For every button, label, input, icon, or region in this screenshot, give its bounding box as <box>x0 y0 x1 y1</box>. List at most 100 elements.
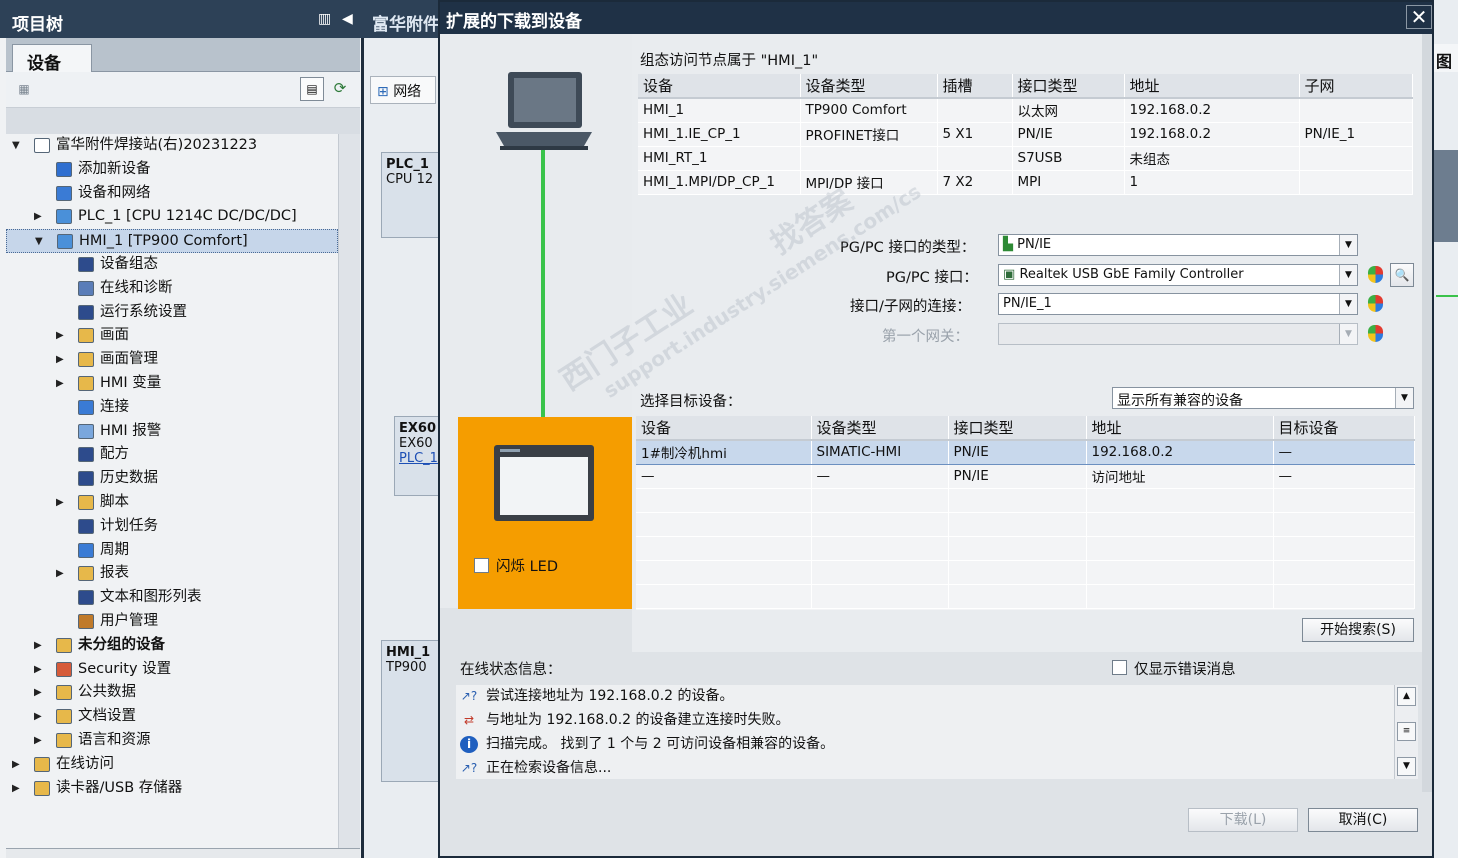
hmi-device-box[interactable]: HMI_1 TP900 <box>381 640 439 782</box>
tree-item[interactable]: 文本和图形列表 <box>6 586 338 610</box>
tree-item[interactable]: 计划任务 <box>6 515 338 539</box>
collapsed-arrow-icon[interactable]: ▶ <box>56 373 64 395</box>
screen-management-icon <box>78 352 94 368</box>
target-table-cell <box>636 560 812 585</box>
expanded-arrow-icon[interactable]: ▼ <box>35 231 43 253</box>
collapsed-arrow-icon[interactable]: ▶ <box>34 730 42 752</box>
right-task-card-strip[interactable] <box>1434 150 1458 242</box>
status-scrollbar[interactable]: ▲ ≡ ▼ <box>1394 685 1418 779</box>
overview-icon[interactable]: ▤ <box>300 77 324 101</box>
tree-scrollbar[interactable] <box>338 134 360 848</box>
interface-properties-button[interactable]: 🔍 <box>1390 263 1414 287</box>
config-table-column-header[interactable]: 地址 <box>1124 74 1300 99</box>
chevron-down-icon[interactable]: ▼ <box>1339 294 1357 314</box>
tree-item[interactable]: ▶ 在线访问 <box>6 753 338 777</box>
properties-icon[interactable]: ▦ <box>12 78 36 102</box>
collapsed-arrow-icon[interactable]: ▶ <box>34 206 42 228</box>
target-table-column-header[interactable]: 设备类型 <box>811 416 949 441</box>
scroll-up-icon[interactable]: ▲ <box>1397 687 1416 706</box>
network-view-button[interactable]: ⊞ 网络 <box>370 76 436 104</box>
collapsed-arrow-icon[interactable]: ▶ <box>56 349 64 371</box>
tree-item[interactable]: ▶ 报表 <box>6 562 338 586</box>
tree-item[interactable]: 连接 <box>6 396 338 420</box>
tree-item[interactable]: 配方 <box>6 443 338 467</box>
first-gateway-select[interactable]: ▼ <box>998 323 1358 345</box>
tree-item[interactable]: ▶ Security 设置 <box>6 658 338 682</box>
scroll-down-icon[interactable]: ▼ <box>1397 757 1416 776</box>
collapsed-arrow-icon[interactable]: ▶ <box>34 706 42 728</box>
collapsed-arrow-icon[interactable]: ▶ <box>34 659 42 681</box>
tree-item[interactable]: 用户管理 <box>6 610 338 634</box>
collapsed-arrow-icon[interactable]: ▶ <box>56 325 64 347</box>
config-table-row[interactable]: HMI_RT_1 S7USB 未组态 <box>638 146 1413 171</box>
tree-item[interactable]: 设备组态 <box>6 253 338 277</box>
target-table-row[interactable]: 1#制冷机hmi SIMATIC-HMI PN/IE 192.168.0.2— <box>636 440 1415 465</box>
download-button[interactable]: 下载(L) <box>1188 808 1298 832</box>
collapsed-arrow-icon[interactable]: ▶ <box>56 492 64 514</box>
right-side-tab[interactable]: 图 <box>1434 44 1458 72</box>
expanded-arrow-icon[interactable]: ▼ <box>12 135 20 157</box>
collapsed-arrow-icon[interactable]: ▶ <box>12 778 20 800</box>
tree-item[interactable]: ▶ 读卡器/USB 存储器 <box>6 777 338 801</box>
tree-item[interactable]: ▶ HMI 变量 <box>6 372 338 396</box>
config-table-column-header[interactable]: 接口类型 <box>1012 74 1125 99</box>
config-table-column-header[interactable]: 设备 <box>638 74 801 99</box>
tree-item[interactable]: ▼ 富华附件焊接站(右)20231223 <box>6 134 338 158</box>
tree-item[interactable]: 设备和网络 <box>6 182 338 206</box>
close-icon[interactable]: ✕ <box>1406 5 1432 29</box>
tab-devices[interactable]: 设备 <box>12 44 92 74</box>
flash-led-checkbox[interactable] <box>474 558 489 573</box>
config-table-column-header[interactable]: 设备类型 <box>800 74 938 99</box>
target-table-column-header[interactable]: 接口类型 <box>948 416 1087 441</box>
tree-item[interactable]: ▼ HMI_1 [TP900 Comfort] <box>6 229 338 254</box>
collapse-panel-icon[interactable]: ◀ <box>342 11 353 27</box>
pgpc-interface-select[interactable]: ▣ Realtek USB GbE Family Controller ▼ <box>998 264 1358 286</box>
pgpc-type-select[interactable]: ▙ PN/IE ▼ <box>998 234 1358 256</box>
panel-layout-icon[interactable]: ▥ <box>318 11 331 27</box>
tree-item[interactable]: ▶ 文档设置 <box>6 705 338 729</box>
collapsed-arrow-icon[interactable]: ▶ <box>12 754 20 776</box>
tree-item[interactable]: ▶ 画面管理 <box>6 348 338 372</box>
start-search-button[interactable]: 开始搜索(S) <box>1302 618 1414 642</box>
ex-device-box[interactable]: EX60 EX60 PLC_1 <box>394 416 440 496</box>
tree-item[interactable]: ▶ 画面 <box>6 324 338 348</box>
tree-item[interactable]: 添加新设备 <box>6 158 338 182</box>
tree-item[interactable]: ▶ 公共数据 <box>6 681 338 705</box>
collapsed-arrow-icon[interactable]: ▶ <box>56 563 64 585</box>
refresh-icon[interactable]: ⟳ <box>328 77 352 101</box>
tree-item[interactable]: HMI 报警 <box>6 420 338 444</box>
chevron-down-icon[interactable]: ▼ <box>1339 235 1357 255</box>
tree-item[interactable]: 历史数据 <box>6 467 338 491</box>
config-table-row[interactable]: HMI_1 TP900 Comfort 以太网 192.168.0.2 <box>638 98 1413 123</box>
config-table-column-header[interactable]: 子网 <box>1299 74 1413 99</box>
target-table-row[interactable]: — — PN/IE 访问地址 — <box>636 464 1415 489</box>
target-filter-select[interactable]: 显示所有兼容的设备 ▼ <box>1112 387 1414 409</box>
target-table-cell <box>636 512 812 537</box>
target-table-column-header[interactable]: 地址 <box>1086 416 1274 441</box>
cancel-button[interactable]: 取消(C) <box>1308 808 1418 832</box>
pgpc-type-value: PN/IE <box>1017 237 1052 252</box>
ex-box-plc-link[interactable]: PLC_1 <box>399 451 439 466</box>
dialog-scrollbar[interactable] <box>1422 34 1432 814</box>
tree-item[interactable]: ▶ PLC_1 [CPU 1214C DC/DC/DC] <box>6 205 338 229</box>
tree-item[interactable]: 运行系统设置 <box>6 301 338 325</box>
tree-item[interactable]: 在线和诊断 <box>6 277 338 301</box>
chevron-down-icon[interactable]: ▼ <box>1395 388 1413 408</box>
scroll-thumb[interactable]: ≡ <box>1397 722 1416 741</box>
plc-device-box[interactable]: PLC_1 CPU 12 <box>381 152 439 238</box>
tree-item[interactable]: ▶ 脚本 <box>6 491 338 515</box>
collapsed-arrow-icon[interactable]: ▶ <box>34 635 42 657</box>
errors-only-checkbox[interactable] <box>1112 660 1127 675</box>
config-table-row[interactable]: HMI_1.IE_CP_1 PROFINET接口 5 X1 PN/IE 192.168.… <box>638 122 1413 147</box>
config-table-row[interactable]: HMI_1.MPI/DP_CP_1 MPI/DP 接口 7 X2 MPI 1 <box>638 170 1413 195</box>
subnet-connection-select[interactable]: PN/IE_1 ▼ <box>998 293 1358 315</box>
chevron-down-icon[interactable]: ▼ <box>1339 324 1357 344</box>
collapsed-arrow-icon[interactable]: ▶ <box>34 682 42 704</box>
tree-item[interactable]: ▶ 语言和资源 <box>6 729 338 753</box>
tree-item[interactable]: ▶ 未分组的设备 <box>6 634 338 658</box>
target-table-column-header[interactable]: 目标设备 <box>1273 416 1415 441</box>
target-table-column-header[interactable]: 设备 <box>636 416 812 441</box>
chevron-down-icon[interactable]: ▼ <box>1339 265 1357 285</box>
config-table-column-header[interactable]: 插槽 <box>937 74 1013 99</box>
tree-item[interactable]: 周期 <box>6 539 338 563</box>
